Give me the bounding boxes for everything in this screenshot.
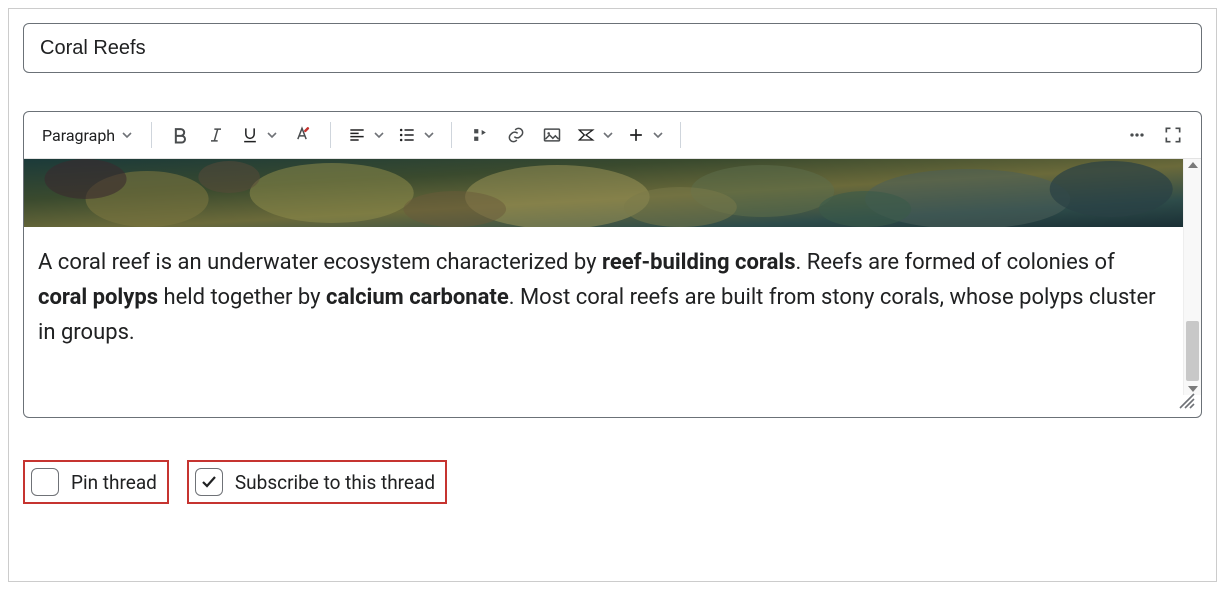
scroll-thumb[interactable] — [1186, 321, 1199, 381]
chevron-down-icon — [121, 129, 133, 141]
underline-button[interactable] — [234, 120, 284, 150]
thread-editor-panel: Paragraph — [8, 8, 1217, 582]
fullscreen-button[interactable] — [1155, 120, 1191, 150]
paragraph-style-label: Paragraph — [42, 126, 115, 145]
insert-stuff-button[interactable] — [462, 120, 498, 150]
thread-options-row: Pin thread Subscribe to this thread — [23, 460, 1202, 504]
scroll-up-arrow[interactable] — [1188, 162, 1198, 168]
editor-content-scroll[interactable]: A coral reef is an underwater ecosystem … — [24, 159, 1183, 395]
pin-thread-option: Pin thread — [23, 460, 169, 504]
chevron-down-icon — [373, 129, 385, 141]
pin-thread-label: Pin thread — [71, 471, 157, 494]
insert-link-button[interactable] — [498, 120, 534, 150]
chevron-down-icon — [602, 129, 614, 141]
subscribe-thread-option: Subscribe to this thread — [187, 460, 447, 504]
toolbar-divider — [151, 122, 152, 148]
pin-thread-checkbox[interactable] — [31, 468, 59, 496]
bold-button[interactable] — [162, 120, 198, 150]
list-dropdown[interactable] — [391, 120, 441, 150]
editor-body-text[interactable]: A coral reef is an underwater ecosystem … — [24, 227, 1183, 361]
editor-content-area[interactable]: A coral reef is an underwater ecosystem … — [24, 159, 1201, 395]
paragraph-style-dropdown[interactable]: Paragraph — [34, 120, 141, 150]
insert-more-dropdown[interactable] — [620, 120, 670, 150]
align-dropdown[interactable] — [341, 120, 391, 150]
insert-image-button[interactable] — [534, 120, 570, 150]
editor-toolbar: Paragraph — [24, 112, 1201, 159]
insert-equation-button[interactable] — [570, 120, 620, 150]
subscribe-thread-checkbox[interactable] — [195, 468, 223, 496]
subscribe-thread-label: Subscribe to this thread — [235, 471, 435, 494]
thread-title-input[interactable] — [23, 23, 1202, 73]
inserted-image — [24, 159, 1183, 227]
chevron-down-icon — [266, 129, 278, 141]
rich-text-editor: Paragraph — [23, 111, 1202, 418]
scroll-track[interactable] — [1184, 171, 1201, 383]
toolbar-divider — [330, 122, 331, 148]
toolbar-divider — [451, 122, 452, 148]
toolbar-divider — [680, 122, 681, 148]
resize-handle-icon[interactable] — [1177, 391, 1195, 413]
chevron-down-icon — [652, 129, 664, 141]
more-actions-button[interactable] — [1119, 120, 1155, 150]
chevron-down-icon — [423, 129, 435, 141]
italic-button[interactable] — [198, 120, 234, 150]
font-color-button[interactable] — [284, 120, 320, 150]
vertical-scrollbar[interactable] — [1183, 159, 1201, 395]
